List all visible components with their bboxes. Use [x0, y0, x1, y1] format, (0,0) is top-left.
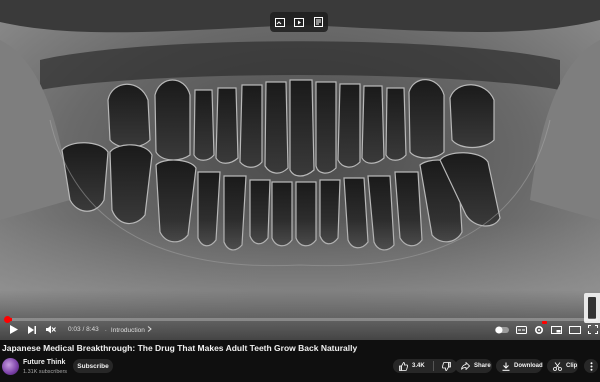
like-icon[interactable] [399, 358, 408, 375]
clip-label: Clip [566, 363, 578, 369]
chapter-label: Introduction [110, 326, 145, 334]
chevron-right-icon [147, 325, 152, 334]
playlist-play-icon[interactable] [294, 14, 305, 31]
more-icon [590, 358, 593, 375]
channel-avatar[interactable] [2, 358, 19, 375]
more-actions-button[interactable] [584, 359, 598, 373]
chapter-dot-icon: · [104, 326, 107, 334]
dislike-icon[interactable] [441, 358, 451, 375]
download-label: Download [514, 363, 543, 369]
fullscreen-icon[interactable] [588, 321, 598, 338]
mute-icon[interactable] [46, 321, 56, 338]
like-dislike-group: 3.4K [393, 359, 457, 373]
subscribe-button[interactable]: Subscribe [73, 359, 113, 373]
clip-button[interactable]: Clip [547, 359, 578, 373]
share-button[interactable]: Share [455, 359, 492, 373]
video-title: Japanese Medical Breakthrough: The Drug … [2, 343, 358, 353]
play-icon[interactable] [10, 321, 18, 338]
time-total: 8:43 [86, 326, 99, 333]
download-icon [502, 358, 510, 375]
time-current: 0:03 [68, 326, 81, 333]
video-frame-xray [0, 0, 600, 340]
time-separator: / [82, 326, 85, 333]
clip-icon [553, 358, 562, 375]
share-icon [461, 358, 470, 375]
miniplayer-icon[interactable] [551, 321, 562, 338]
subtitles-icon[interactable] [516, 321, 527, 338]
subscriber-count: 1.31K subscribers [23, 369, 68, 375]
theater-icon[interactable] [569, 321, 581, 338]
notes-icon[interactable] [314, 14, 324, 31]
channel-name[interactable]: Future Think [23, 359, 65, 366]
video-overlay-buttons [270, 12, 328, 32]
video-player[interactable]: 0:03 / 8:43 · Introduction [0, 0, 600, 340]
share-label: Share [474, 363, 491, 369]
settings-icon[interactable] [534, 321, 547, 338]
download-button[interactable]: Download [496, 358, 543, 375]
player-controls-right [495, 321, 598, 338]
like-divider [432, 361, 434, 371]
time-display: 0:03 / 8:43 [68, 326, 99, 333]
next-icon[interactable] [28, 321, 36, 338]
autoplay-toggle-icon[interactable] [495, 321, 509, 338]
like-count[interactable]: 3.4K [412, 363, 425, 369]
chapter-button[interactable]: · Introduction [104, 325, 152, 334]
hd-badge [542, 321, 547, 324]
cards-icon[interactable] [274, 14, 285, 31]
